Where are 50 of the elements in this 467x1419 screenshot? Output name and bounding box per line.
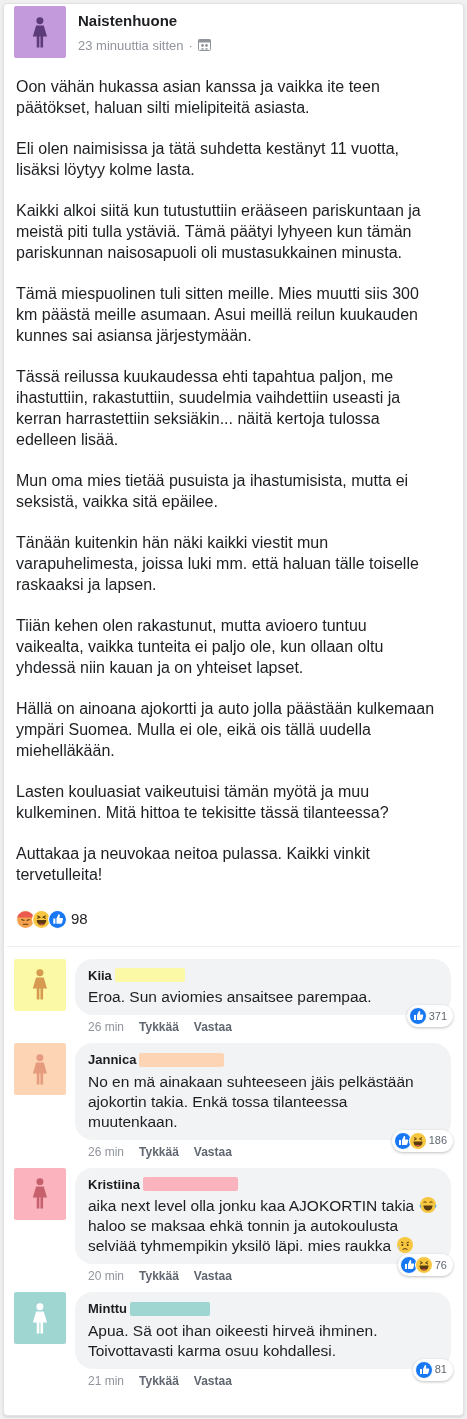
post-paragraph: Tämä miespuolinen tuli sitten meille. Mies muutti siis 300 km päästä meille asumaan. Asui meillä reilun kuukauden kunnes sai asiansa järjestymään.: [16, 284, 420, 346]
post-paragraph: Oon vähän hukassa asian kanssa ja vaikka ite teen päätökset, haluan silti mielipiteitä asiasta.: [16, 77, 381, 118]
commenter-name[interactable]: Jannica: [88, 1050, 137, 1070]
reaction-pill[interactable]: 76: [397, 1254, 453, 1276]
reaction-count: 371: [428, 1008, 447, 1024]
laughing-face-icon: [418, 1196, 437, 1214]
like-link[interactable]: Tykkää: [139, 1018, 179, 1036]
comment-time[interactable]: 21 min: [88, 1371, 125, 1390]
avatar[interactable]: [14, 1043, 66, 1095]
comment-text: Eroa. Sun aviomies ansaitsee parempaa.: [88, 987, 373, 1007]
post-paragraph: Mun oma mies tietää pusuista ja ihastumisista, mutta ei seksistä, vaikka sitä epäilee.: [16, 471, 410, 512]
commenter-name[interactable]: Kiia: [88, 965, 112, 985]
reply-link[interactable]: Vastaa: [193, 1371, 232, 1390]
like-link[interactable]: Tykkää: [139, 1371, 179, 1390]
post-time[interactable]: 23 minuuttia sitten: [78, 35, 184, 55]
reaction-count: 186: [428, 1133, 447, 1149]
sad-face-icon: [395, 1236, 414, 1254]
reaction-pill[interactable]: 81: [412, 1358, 453, 1381]
reply-link[interactable]: Vastaa: [193, 1018, 232, 1036]
comment-text: No en mä ainakaan suhteeseen jäis pelkästään ajokortin takia. Enkä tossa tilanteessa muutenkaan.: [88, 1071, 415, 1132]
post-paragraph: Tänään kuitenkin hän näki kaikki viestit mun varapuhelimesta, joissa luki mm. että haluan tälle toiselle raskaaksi ja lapsen.: [16, 533, 420, 595]
reaction-pill[interactable]: 186: [391, 1129, 453, 1152]
comment-text: aika next level olla jonku kaa AJOKORTIN takia haloo se maksaa ehkä tonnin ja autokoulusta selviää tyhmempikin yksilö läpi. mies raukka: [88, 1196, 438, 1256]
post-paragraph: Tässä reilussa kuukaudessa ehti tapahtua paljon, me ihastuttiin, rakastuttiin, suudelmia vaihdettiin useasti ja kerran harrastettiin seksiäkin... näitä kertoja tulossa edelleen lisää.: [16, 367, 402, 450]
reaction-pill[interactable]: 371: [406, 1005, 453, 1027]
avatar[interactable]: [14, 958, 66, 1011]
reaction-count: 76: [434, 1257, 447, 1273]
post-paragraph: Kaikki alkoi siitä kun tutustuttiin erääseen pariskuntaan ja meistä piti tulla ystäviä. Tämä päätyi lyhyeen kun tämän pariskunnan naisosapuoli oli mustasukkainen minusta.: [16, 201, 422, 263]
group-icon: [197, 39, 211, 52]
reply-link[interactable]: Vastaa: [193, 1267, 232, 1285]
avatar[interactable]: [14, 6, 66, 58]
reaction-count[interactable]: 98: [71, 908, 88, 931]
like-link[interactable]: Tykkää: [139, 1142, 179, 1161]
like-link[interactable]: Tykkää: [139, 1267, 179, 1285]
avatar[interactable]: [14, 1167, 66, 1220]
commenter-name[interactable]: Kristiina: [88, 1174, 140, 1194]
comment-text: Apua. Sä oot ihan oikeesti hirveä ihminen. Toivottavasti karma osuu kohdallesi.: [88, 1320, 379, 1361]
commenter-name[interactable]: Minttu: [88, 1299, 127, 1319]
reaction-count: 81: [434, 1362, 447, 1378]
post-paragraph: Eli olen naimisissa ja tätä suhdetta kestänyt 11 vuotta, lisäksi löytyy kolme lasta.: [16, 139, 401, 180]
post-paragraph: Tiiän kehen olen rakastunut, mutta avioero tuntuu vaikealta, vaikka tunteita ei paljo ole, kun ollaan oltu yhdessä niin kauan ja on yhteiset lapset.: [16, 616, 385, 678]
separator: ·: [188, 36, 193, 55]
post-paragraph: Hällä on ainoana ajokortti ja auto jolla päästään kulkemaan ympäri Suomea. Mulla ei ole, eikä ois tällä uudella miehelläkään.: [16, 699, 436, 761]
comment-time[interactable]: 26 min: [88, 1142, 125, 1161]
post-paragraph: Lasten kouluasiat vaikeutuisi tämän myötä ja muu kulkeminen. Mitä hittoa te tekisitte tässä tilanteessa?: [16, 782, 390, 823]
post-paragraph: Auttakaa ja neuvokaa neitoa pulassa. Kaikki vinkit tervetulleita!: [16, 844, 371, 885]
reply-link[interactable]: Vastaa: [193, 1142, 232, 1161]
comment-time[interactable]: 26 min: [88, 1018, 125, 1036]
author-name[interactable]: Naistenhuone: [78, 10, 211, 33]
comment-time[interactable]: 20 min: [88, 1267, 125, 1285]
